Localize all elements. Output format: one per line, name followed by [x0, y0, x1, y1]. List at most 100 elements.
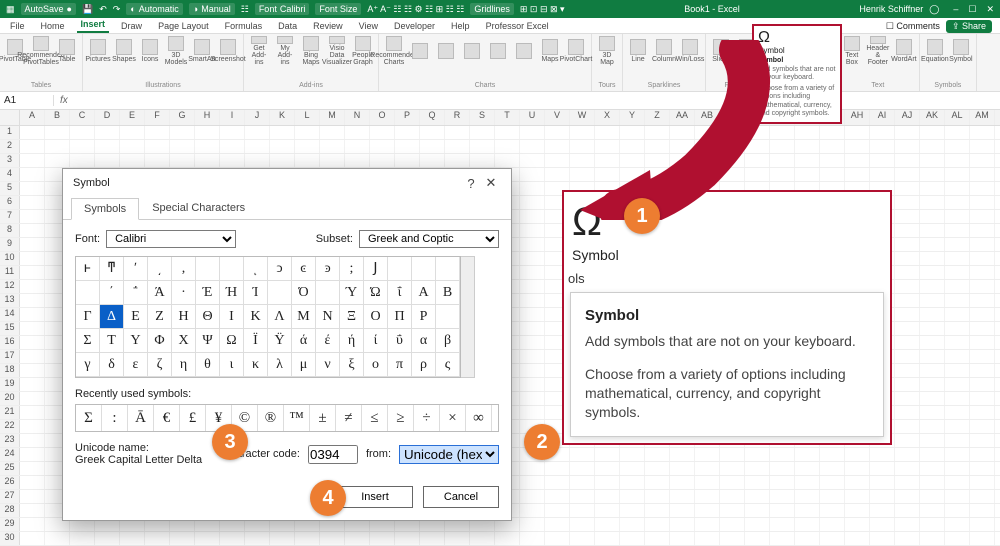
cell[interactable]: [895, 448, 920, 461]
col-header[interactable]: N: [345, 110, 370, 125]
symbol-cell[interactable]: Γ: [76, 305, 100, 329]
row-header[interactable]: 17: [0, 350, 20, 363]
cell[interactable]: [720, 490, 745, 503]
ribbon--d-models[interactable]: 3D Models: [165, 36, 187, 66]
cell[interactable]: [820, 168, 845, 181]
recent-symbol-cell[interactable]: :: [102, 405, 128, 431]
cell[interactable]: [295, 154, 320, 167]
row-header[interactable]: 1: [0, 126, 20, 139]
cell[interactable]: [895, 462, 920, 475]
cell[interactable]: [20, 336, 45, 349]
cell[interactable]: [870, 126, 895, 139]
cell[interactable]: [895, 392, 920, 405]
close-icon[interactable]: ✕: [986, 4, 994, 15]
cell[interactable]: [870, 532, 895, 545]
cell[interactable]: [920, 504, 945, 517]
cell[interactable]: [820, 448, 845, 461]
cell[interactable]: [945, 378, 970, 391]
cell[interactable]: [920, 406, 945, 419]
cell[interactable]: [520, 308, 545, 321]
qa-icons-2[interactable]: ⊞ ⊡ ⊟ ⊠ ▾: [520, 4, 565, 15]
cell[interactable]: [20, 126, 45, 139]
ribbon-header-footer[interactable]: Header & Footer: [867, 36, 889, 66]
symbol-cell[interactable]: θ: [196, 353, 220, 377]
cell[interactable]: [920, 140, 945, 153]
cell[interactable]: [120, 126, 145, 139]
cell[interactable]: [595, 490, 620, 503]
symbol-cell[interactable]: Ό: [292, 281, 316, 305]
cell[interactable]: [20, 476, 45, 489]
cell[interactable]: [520, 518, 545, 531]
user-avatar-icon[interactable]: ◯: [929, 4, 939, 15]
cell[interactable]: [545, 504, 570, 517]
cell[interactable]: [845, 168, 870, 181]
cell[interactable]: [20, 266, 45, 279]
ribbon-chart[interactable]: [487, 36, 509, 66]
symbol-grid[interactable]: ͱͳʹ͵,͸͹ͺͻͼͽ;Ϳ΀΁΂΃΄΅Ά·ΈΉΊ΋Ό΍ΎΏΐΑΒΓΔΕΖΗΘΙΚ…: [75, 256, 461, 378]
cell[interactable]: [470, 126, 495, 139]
symbol-cell[interactable]: Σ: [76, 329, 100, 353]
cell[interactable]: [20, 238, 45, 251]
symbol-cell[interactable]: έ: [316, 329, 340, 353]
row-header[interactable]: 18: [0, 364, 20, 377]
cell[interactable]: [620, 504, 645, 517]
cell[interactable]: [895, 518, 920, 531]
tab-special-characters[interactable]: Special Characters: [139, 197, 258, 219]
cell[interactable]: [795, 504, 820, 517]
qa-misc-icon[interactable]: ☷: [241, 4, 249, 15]
cell[interactable]: [20, 364, 45, 377]
symbol-cell[interactable]: Ϊ: [244, 329, 268, 353]
col-header[interactable]: Q: [420, 110, 445, 125]
symbol-cell[interactable]: ν: [316, 353, 340, 377]
qa-icons[interactable]: A⁺ A⁻ ☷ ☷ ⚙ ☷ ⊞ ☷ ☷: [367, 4, 464, 15]
cell[interactable]: [870, 476, 895, 489]
cell[interactable]: [395, 126, 420, 139]
cell[interactable]: [945, 392, 970, 405]
symbol-cell[interactable]: β: [436, 329, 460, 353]
cell[interactable]: [870, 140, 895, 153]
symbol-cell[interactable]: π: [388, 353, 412, 377]
cell[interactable]: [895, 532, 920, 545]
cell[interactable]: [845, 504, 870, 517]
cell[interactable]: [45, 126, 70, 139]
symbol-cell[interactable]: ͼ: [292, 257, 316, 281]
cell[interactable]: [970, 308, 995, 321]
fx-icon[interactable]: fx: [54, 95, 74, 106]
cell[interactable]: [320, 154, 345, 167]
cell[interactable]: [820, 154, 845, 167]
cell[interactable]: [495, 154, 520, 167]
ribbon-get-add-ins[interactable]: Get Add-ins: [248, 36, 270, 66]
row-header[interactable]: 26: [0, 476, 20, 489]
cell[interactable]: [495, 140, 520, 153]
ribbon-chart[interactable]: [409, 36, 431, 66]
cell[interactable]: [145, 154, 170, 167]
symbol-cell[interactable]: ξ: [340, 353, 364, 377]
cell[interactable]: [595, 476, 620, 489]
cell[interactable]: [570, 532, 595, 545]
ribbon-screenshot[interactable]: Screenshot: [217, 36, 239, 66]
cell[interactable]: [945, 224, 970, 237]
cell[interactable]: [470, 532, 495, 545]
qa-undo-icon[interactable]: ↶: [99, 4, 107, 15]
cell[interactable]: [970, 126, 995, 139]
cell[interactable]: [20, 280, 45, 293]
cell[interactable]: [470, 154, 495, 167]
tab-professor-excel[interactable]: Professor Excel: [482, 19, 553, 33]
col-header[interactable]: U: [520, 110, 545, 125]
recent-symbol-cell[interactable]: €: [154, 405, 180, 431]
symbol-cell[interactable]: Η: [172, 305, 196, 329]
ribbon-text-box[interactable]: Text Box: [841, 36, 863, 66]
cell[interactable]: [845, 154, 870, 167]
col-header[interactable]: J: [245, 110, 270, 125]
symbol-cell[interactable]: ΢: [436, 305, 460, 329]
symbol-cell[interactable]: Ν: [316, 305, 340, 329]
cell[interactable]: [820, 490, 845, 503]
cell[interactable]: [645, 532, 670, 545]
cell[interactable]: [620, 518, 645, 531]
cell[interactable]: [545, 532, 570, 545]
cell[interactable]: [895, 308, 920, 321]
cell[interactable]: [670, 518, 695, 531]
cell[interactable]: [595, 448, 620, 461]
cell[interactable]: [520, 126, 545, 139]
cell[interactable]: [895, 182, 920, 195]
